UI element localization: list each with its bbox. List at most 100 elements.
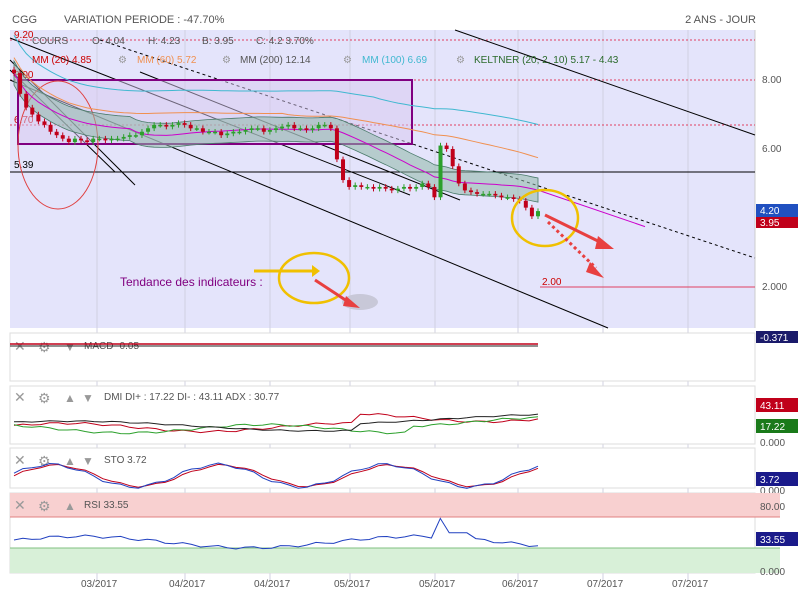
candle[interactable] xyxy=(213,131,218,134)
candle[interactable] xyxy=(146,128,151,132)
candle[interactable] xyxy=(97,138,102,141)
candle[interactable] xyxy=(24,93,29,108)
candle[interactable] xyxy=(200,128,205,132)
candle[interactable] xyxy=(286,124,291,127)
candle[interactable] xyxy=(456,166,461,184)
candle[interactable] xyxy=(66,138,71,143)
candle[interactable] xyxy=(328,124,333,129)
candle[interactable] xyxy=(450,149,455,167)
candle[interactable] xyxy=(365,186,370,189)
candle[interactable] xyxy=(468,190,473,193)
candle[interactable] xyxy=(316,124,321,129)
candle[interactable] xyxy=(523,200,528,208)
candle[interactable] xyxy=(170,124,175,127)
candle[interactable] xyxy=(72,138,77,143)
candle[interactable] xyxy=(237,131,242,134)
candle[interactable] xyxy=(225,133,230,136)
candle[interactable] xyxy=(438,145,443,198)
candle[interactable] xyxy=(371,186,376,189)
candle[interactable] xyxy=(164,124,169,127)
candle[interactable] xyxy=(158,124,163,127)
candle[interactable] xyxy=(152,124,157,129)
candle[interactable] xyxy=(298,128,303,130)
candle[interactable] xyxy=(91,138,96,143)
candle[interactable] xyxy=(353,185,358,187)
candle[interactable] xyxy=(401,186,406,189)
candle[interactable] xyxy=(255,128,260,130)
chart-canvas[interactable]: 9.20 8.00 6.70 5.39 2.00 Tendance des in… xyxy=(0,0,800,593)
candle[interactable] xyxy=(334,128,339,160)
candle[interactable] xyxy=(395,188,400,191)
gear-icon[interactable]: ⚙ xyxy=(38,498,51,514)
candle[interactable] xyxy=(188,124,193,129)
candle[interactable] xyxy=(133,135,138,137)
candle[interactable] xyxy=(408,186,413,189)
candle[interactable] xyxy=(36,114,41,122)
candle[interactable] xyxy=(42,121,47,125)
candle[interactable] xyxy=(341,159,346,181)
candle[interactable] xyxy=(322,124,327,127)
candle[interactable] xyxy=(304,128,309,131)
candle[interactable] xyxy=(347,180,352,187)
gear-icon[interactable]: ⚙ xyxy=(38,339,51,355)
candle[interactable] xyxy=(30,107,35,115)
candle[interactable] xyxy=(432,186,437,198)
gear-icon[interactable]: ⚙ xyxy=(38,390,51,406)
candle[interactable] xyxy=(115,138,120,141)
candle[interactable] xyxy=(426,183,431,187)
candle[interactable] xyxy=(243,130,248,132)
candle[interactable] xyxy=(176,123,181,125)
candle[interactable] xyxy=(462,183,467,191)
candle[interactable] xyxy=(79,138,84,141)
close-icon[interactable]: ✕ xyxy=(14,389,26,405)
candle[interactable] xyxy=(420,183,425,187)
candle[interactable] xyxy=(292,124,297,129)
candle[interactable] xyxy=(505,197,510,199)
candle[interactable] xyxy=(359,185,364,187)
candle[interactable] xyxy=(493,193,498,196)
close-icon[interactable]: ✕ xyxy=(14,452,26,468)
candle[interactable] xyxy=(194,128,199,130)
arrow-down-icon[interactable]: ▼ xyxy=(82,391,94,405)
candle[interactable] xyxy=(139,131,144,136)
gear-icon[interactable]: ⚙ xyxy=(343,55,352,66)
arrow-down-icon[interactable]: ▼ xyxy=(64,340,76,354)
candle[interactable] xyxy=(54,131,59,136)
candle[interactable] xyxy=(48,124,53,132)
candle[interactable] xyxy=(511,197,516,200)
candle[interactable] xyxy=(280,126,285,129)
candle[interactable] xyxy=(206,131,211,134)
arrow-up-icon[interactable]: ▲ xyxy=(64,499,76,513)
candle[interactable] xyxy=(121,136,126,139)
arrow-up-icon[interactable]: ▲ xyxy=(64,454,76,468)
candle[interactable] xyxy=(414,186,419,189)
gear-icon[interactable]: ⚙ xyxy=(222,55,231,66)
candle[interactable] xyxy=(85,140,90,143)
candle[interactable] xyxy=(475,192,480,194)
arrow-down-icon[interactable]: ▼ xyxy=(82,454,94,468)
candle[interactable] xyxy=(60,135,65,139)
candle[interactable] xyxy=(389,188,394,191)
candle[interactable] xyxy=(310,128,315,131)
gear-icon[interactable]: ⚙ xyxy=(456,55,465,66)
candle[interactable] xyxy=(12,69,16,74)
candle[interactable] xyxy=(487,193,492,196)
candle[interactable] xyxy=(274,128,278,131)
candle[interactable] xyxy=(444,145,449,149)
candle[interactable] xyxy=(383,186,388,189)
candle[interactable] xyxy=(219,131,224,136)
gear-icon[interactable]: ⚙ xyxy=(118,55,127,66)
candle[interactable] xyxy=(231,131,236,134)
candle[interactable] xyxy=(249,128,254,131)
candle[interactable] xyxy=(267,130,272,132)
candle[interactable] xyxy=(499,195,504,198)
candle[interactable] xyxy=(529,207,534,217)
candle[interactable] xyxy=(182,123,187,125)
candle[interactable] xyxy=(109,138,114,141)
candle[interactable] xyxy=(377,186,382,189)
close-icon[interactable]: ✕ xyxy=(14,497,26,513)
candle[interactable] xyxy=(18,73,23,94)
candle[interactable] xyxy=(261,128,266,132)
candle[interactable] xyxy=(103,138,108,141)
candle[interactable] xyxy=(481,193,486,196)
